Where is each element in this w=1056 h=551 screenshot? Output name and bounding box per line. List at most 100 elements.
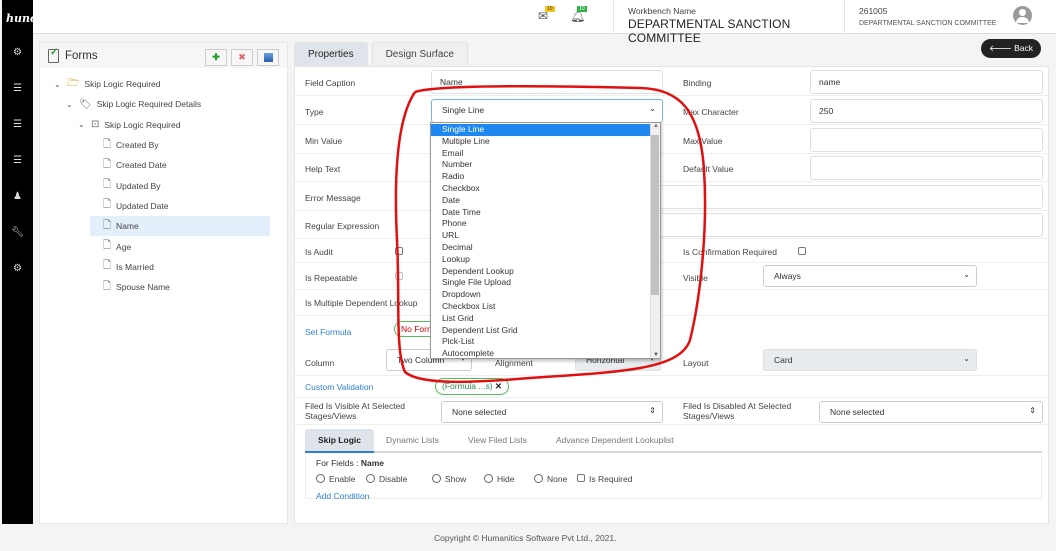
save-button[interactable] [257, 49, 279, 66]
type-option[interactable]: Decimal [431, 242, 650, 254]
scroll-down-icon[interactable]: ▼ [653, 352, 659, 358]
type-option[interactable]: URL [431, 230, 650, 242]
tree-node[interactable]: 🗋 Created By [40, 135, 287, 155]
type-option[interactable]: Multiple Line [431, 136, 650, 148]
default-value-input[interactable] [810, 156, 1043, 180]
field-caption-input[interactable]: Name [431, 70, 663, 94]
radio-label: Hide [497, 474, 515, 484]
database-icon[interactable]: ☰ [2, 106, 33, 142]
is-repeatable-checkbox[interactable] [395, 272, 403, 280]
radio-label: None [547, 474, 568, 484]
radio-hide[interactable] [484, 474, 493, 483]
workbench-name: DEPARTMENTAL SANCTION COMMITTEE [628, 17, 791, 45]
tab-advance-dependent-lookuplist[interactable]: Advance Dependent Lookuplist [556, 429, 674, 451]
tree-node[interactable]: ⌄ 🗁 Skip Logic Required [40, 74, 287, 94]
type-option[interactable]: Date [431, 195, 650, 207]
avatar[interactable] [1013, 6, 1032, 25]
cogs-icon[interactable]: ⚙ [2, 34, 33, 70]
type-select[interactable]: Single Line ⌄ [431, 99, 663, 123]
type-option[interactable]: Phone [431, 218, 650, 230]
user-dept: DEPARTMENTAL SANCTION COMMITTEE [859, 20, 997, 27]
visible-stages-select[interactable]: None selected ⇕ [441, 401, 663, 423]
tree-node[interactable]: ⌄ 🏷︎ Skip Logic Required Details [40, 94, 287, 114]
type-option[interactable]: Number [431, 159, 650, 171]
disabled-stages-select[interactable]: None selected ⇕ [819, 401, 1043, 423]
tree-node[interactable]: 🗋 Created Date [40, 155, 287, 175]
tab-properties[interactable]: Properties [294, 42, 368, 66]
back-button[interactable]: 🡐 Back [980, 39, 1041, 58]
tree-node[interactable]: ⌄ ⊡ Skip Logic Required [40, 115, 287, 135]
add-button[interactable]: ✚ [205, 49, 227, 66]
visible-select[interactable]: Always ⌄ [763, 265, 977, 287]
scroll-up-icon[interactable]: ▲ [653, 123, 659, 129]
is-repeatable-label: Is Repeatable [305, 273, 358, 283]
type-option[interactable]: Email [431, 148, 650, 160]
scrollbar-thumb[interactable] [651, 135, 659, 295]
radio-label: Disable [379, 474, 408, 484]
workbench-info: Workbench Name DEPARTMENTAL SANCTION COM… [613, 0, 845, 45]
type-option[interactable]: Checkbox List [431, 301, 650, 313]
tree-node[interactable]: 🗋 Age [40, 236, 287, 256]
tree-node[interactable]: 🗋 Spouse Name [40, 277, 287, 297]
type-option[interactable]: Dependent Lookup [431, 266, 650, 278]
delete-button[interactable]: ✖ [231, 49, 253, 66]
tree-node-label: Name [116, 221, 139, 232]
database-icon[interactable]: ☰ [2, 142, 33, 178]
tree-node-label: Skip Logic Required [104, 119, 181, 130]
close-icon[interactable]: ✕ [495, 381, 502, 391]
radio-none[interactable] [534, 474, 543, 483]
max-character-input[interactable]: 250 [810, 99, 1043, 123]
help-text-label: Help Text [305, 164, 341, 174]
type-option[interactable]: Pick-List [431, 336, 650, 348]
type-option[interactable]: Dependent List Grid [431, 325, 650, 337]
add-condition-link[interactable]: Add Condition [316, 491, 369, 501]
radio-disable[interactable] [366, 474, 375, 483]
tree-node[interactable]: 🗋 Name [90, 216, 270, 237]
tab-dynamic-lists[interactable]: Dynamic Lists [386, 429, 439, 451]
type-option[interactable]: Dropdown [431, 289, 650, 301]
column-label: Column [305, 358, 335, 368]
main-area: Properties Design Surface 🡐 Back Field C… [294, 39, 1049, 524]
dropdown-scrollbar[interactable]: ▲ ▼ [650, 123, 660, 358]
type-option[interactable]: Radio [431, 171, 650, 183]
binding-input[interactable]: name [810, 70, 1043, 94]
type-option[interactable]: Single Line [431, 124, 650, 136]
tab-view-filed-lists[interactable]: View Filed Lists [468, 429, 527, 451]
radio-enable[interactable] [316, 474, 325, 483]
app-logo: huno [6, 12, 38, 25]
set-formula-link[interactable]: Set Formula [305, 327, 351, 337]
chevron-down-icon[interactable]: ⌄ [66, 100, 76, 109]
validation-pill[interactable]: (Formula ...s) ✕ [435, 378, 510, 395]
tree-node[interactable]: 🗋 Is Married [40, 257, 287, 277]
cogs-icon[interactable]: ⚙ [2, 250, 33, 286]
form-check-icon [48, 47, 59, 63]
tree-node[interactable]: 🗋 Updated By [40, 175, 287, 195]
type-option[interactable]: Checkbox [431, 183, 650, 195]
type-option[interactable]: Autocomplete [431, 348, 650, 358]
tab-skip-logic[interactable]: Skip Logic [305, 429, 374, 453]
users-icon[interactable]: ♟ [2, 178, 33, 214]
custom-validation-link[interactable]: Custom Validation [305, 382, 373, 392]
tree-node[interactable]: 🗋 Updated Date [40, 196, 287, 216]
type-dropdown-list[interactable]: ▲ ▼ Single Line Multiple Line Email Number R… [430, 122, 661, 359]
max-value-input[interactable] [810, 128, 1043, 152]
file-icon: 🗋 [103, 158, 112, 170]
wrench-icon[interactable]: 🔧︎ [2, 214, 33, 250]
type-option[interactable]: Single File Upload [431, 277, 650, 289]
type-option[interactable]: Lookup [431, 254, 650, 266]
is-audit-checkbox[interactable] [395, 247, 403, 255]
is-required-checkbox[interactable] [577, 474, 585, 482]
type-option[interactable]: Date Time [431, 207, 650, 219]
type-option[interactable]: List Grid [431, 313, 650, 325]
notification-button[interactable]: 🔔︎ 10 [570, 6, 587, 23]
radio-show[interactable] [432, 474, 441, 483]
chevron-down-icon[interactable]: ⌄ [78, 120, 88, 129]
tab-design-surface[interactable]: Design Surface [371, 42, 468, 66]
layout-select[interactable]: Card ⌄ [763, 349, 977, 371]
is-multiple-dependent-lookup-label: Is Multiple Dependent Lookup [305, 298, 418, 308]
database-icon[interactable]: ☰ [2, 70, 33, 106]
forms-panel: Forms ✚ ✖ ⌄🗁Skip Logic Required⌄🏷︎Skip L… [39, 42, 288, 524]
is-confirmation-required-checkbox[interactable] [798, 247, 806, 255]
mail-button[interactable]: ✉ 10 [538, 6, 555, 23]
chevron-down-icon[interactable]: ⌄ [54, 80, 64, 89]
